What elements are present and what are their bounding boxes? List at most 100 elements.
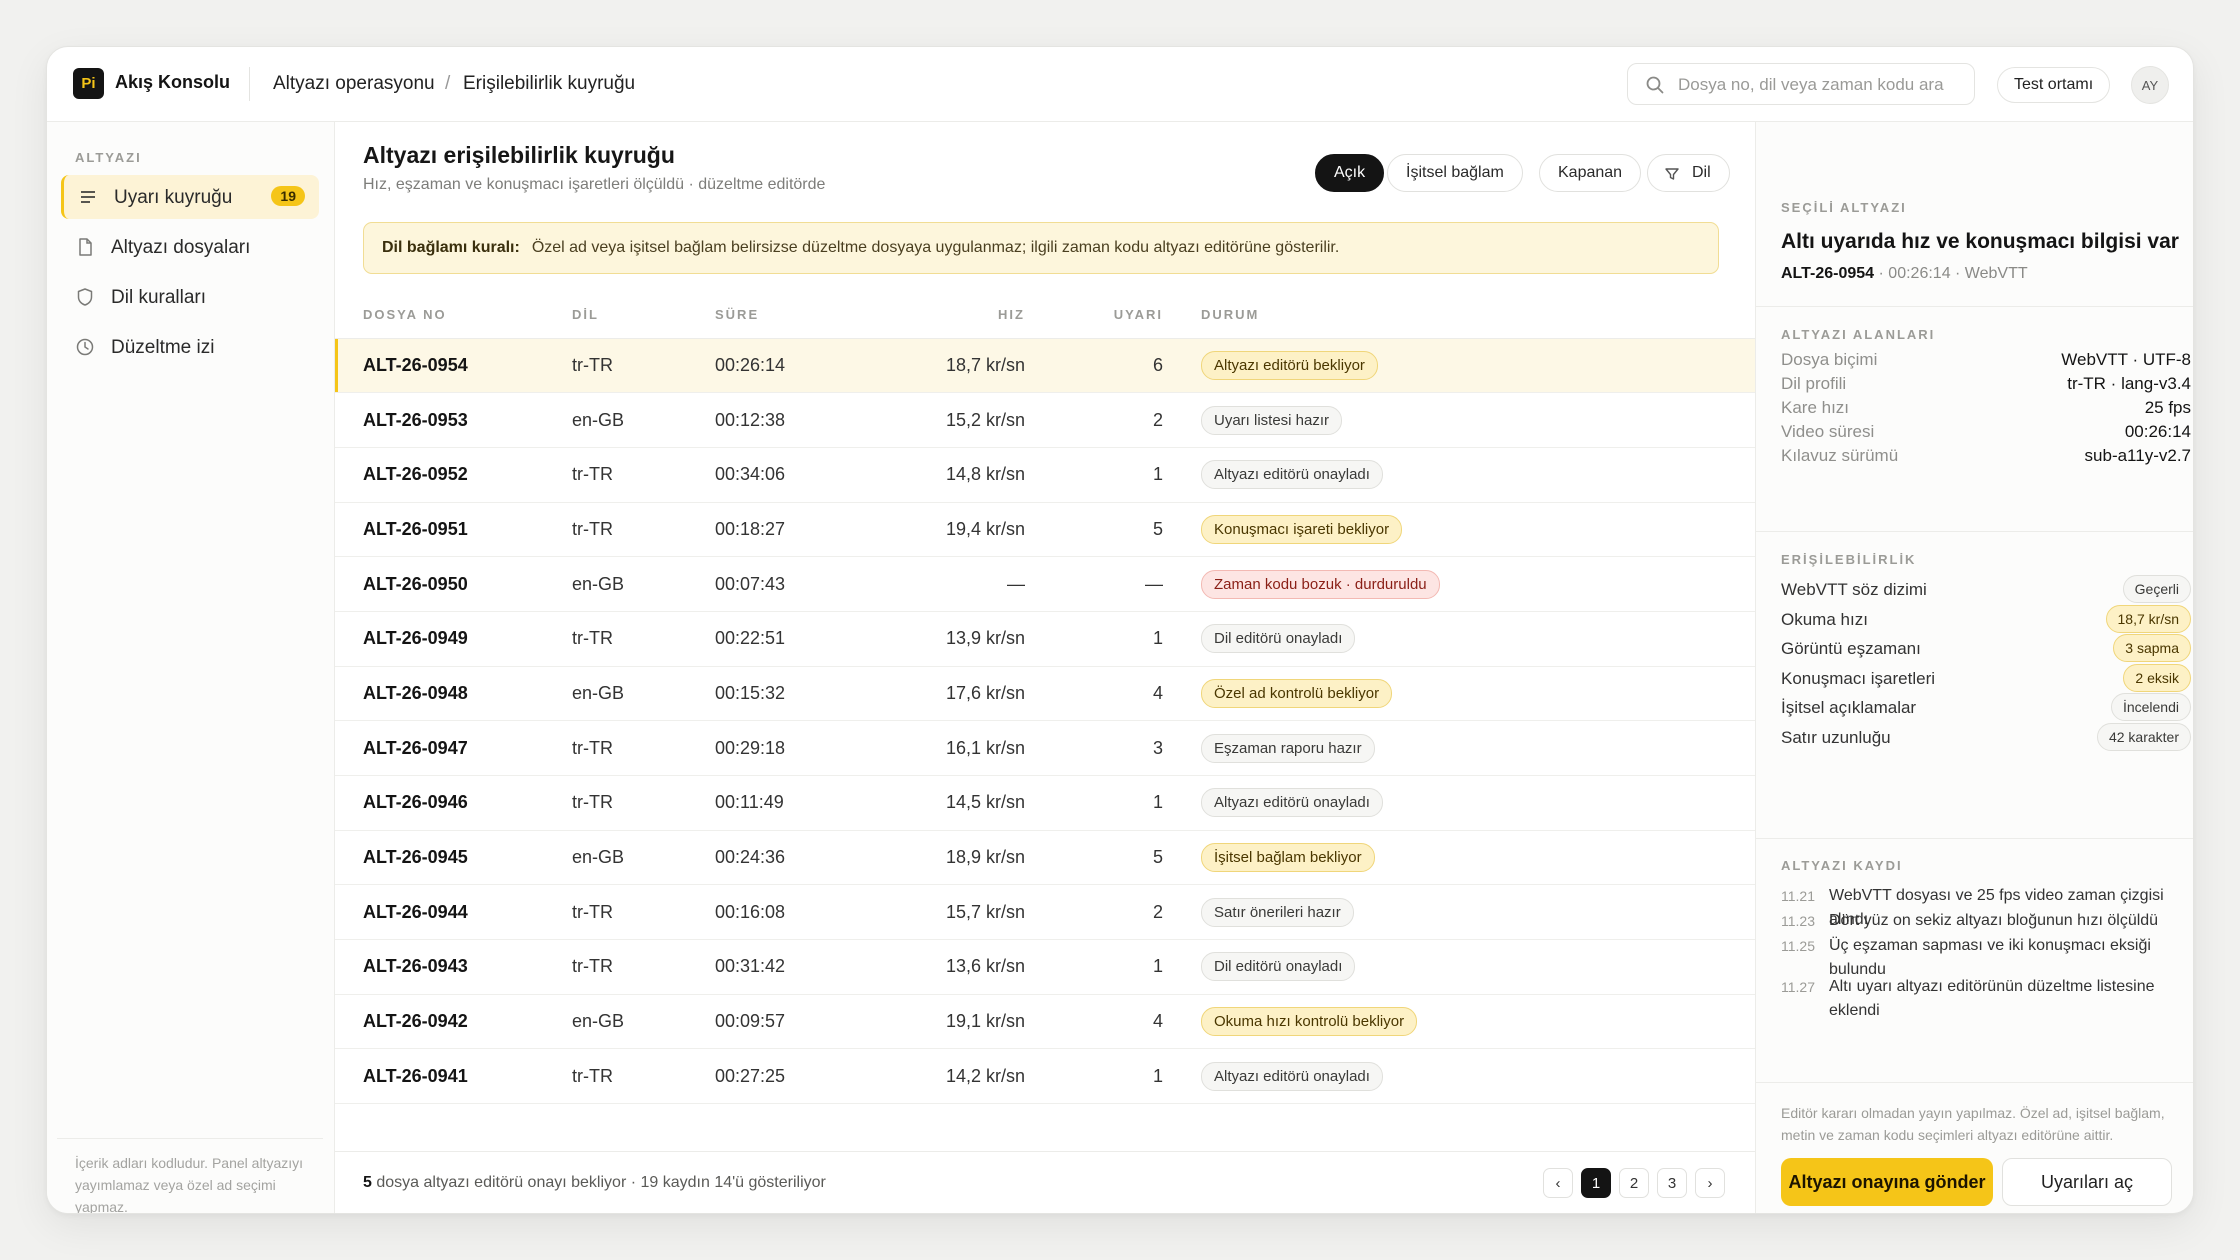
accessibility-key: Satır uzunluğu bbox=[1781, 728, 1891, 747]
cell-file-no: ALT-26-0945 bbox=[335, 830, 572, 886]
next-page-button[interactable]: › bbox=[1695, 1168, 1725, 1198]
sidebar-section-title: ALTYAZI bbox=[75, 150, 142, 165]
cell-duration: 00:09:57 bbox=[715, 994, 865, 1050]
cell-status: Eşzaman raporu hazır bbox=[1163, 720, 1755, 776]
cell-warnings: 1 bbox=[1025, 611, 1163, 667]
page-button-1[interactable]: 1 bbox=[1581, 1168, 1611, 1198]
sidebar-item-language-rules[interactable]: Dil kuralları bbox=[61, 275, 319, 319]
cell-warnings: 5 bbox=[1025, 502, 1163, 558]
table-row[interactable]: ALT-26-0947 tr-TR 00:29:18 16,1 kr/sn 3 Eşzam… bbox=[335, 720, 1755, 776]
table-row[interactable]: ALT-26-0944 tr-TR 00:16:08 15,7 kr/sn 2 Satır… bbox=[335, 884, 1755, 941]
accessibility-row: WebVTT söz dizimi Geçerli bbox=[1781, 575, 2191, 605]
table-footer: 5 dosya altyazı editörü onayı bekliyor ·… bbox=[335, 1151, 1755, 1213]
sidebar: ALTYAZI Uyarı kuyruğu 19 Altyazı dosyala… bbox=[47, 122, 335, 1213]
accessibility-badge: Geçerli bbox=[2122, 575, 2191, 603]
cell-status: Altyazı editörü onayladı bbox=[1163, 1048, 1755, 1105]
cell-speed: 18,7 kr/sn bbox=[865, 338, 1025, 394]
breadcrumb-item-operations[interactable]: Altyazı operasyonu bbox=[273, 73, 435, 95]
sidebar-item-label: Altyazı dosyaları bbox=[111, 237, 251, 258]
status-badge: Altyazı editörü bekliyor bbox=[1201, 350, 1378, 380]
prev-page-button[interactable]: ‹ bbox=[1543, 1168, 1573, 1198]
cell-language: tr-TR bbox=[572, 447, 715, 503]
table-row[interactable]: ALT-26-0948 en-GB 00:15:32 17,6 kr/sn 4 Özel … bbox=[335, 666, 1755, 722]
cell-status: Özel ad kontrolü bekliyor bbox=[1163, 666, 1755, 722]
table-row[interactable]: ALT-26-0945 en-GB 00:24:36 18,9 kr/sn 5 İşits… bbox=[335, 830, 1755, 886]
cell-language: tr-TR bbox=[572, 1048, 715, 1105]
status-badge: Uyarı listesi hazır bbox=[1201, 405, 1343, 435]
selected-meta-text: · 00:26:14 · WebVTT bbox=[1878, 265, 2028, 282]
cell-speed: 16,1 kr/sn bbox=[865, 720, 1025, 776]
queue-table: DOSYA NO DİL SÜRE HIZ UYARI DURUM ALT-26… bbox=[335, 292, 1755, 1105]
table-row[interactable]: ALT-26-0954 tr-TR 00:26:14 18,7 kr/sn 6 Altya… bbox=[335, 338, 1755, 394]
divider bbox=[1756, 306, 2193, 307]
cell-language: en-GB bbox=[572, 556, 715, 612]
clock-icon bbox=[76, 338, 94, 356]
search-box[interactable] bbox=[1627, 63, 1975, 105]
log-message: Altı uyarı altyazı editörünün düzeltme l… bbox=[1829, 978, 2155, 1019]
cell-status: Konuşmacı işareti bekliyor bbox=[1163, 502, 1755, 558]
table-row[interactable]: ALT-26-0949 tr-TR 00:22:51 13,9 kr/sn 1 Dil e… bbox=[335, 611, 1755, 667]
cell-warnings: 5 bbox=[1025, 830, 1163, 886]
sidebar-item-warning-queue[interactable]: Uyarı kuyruğu 19 bbox=[61, 175, 319, 219]
filter-language[interactable]: Dil bbox=[1647, 154, 1730, 192]
column-header-file-no[interactable]: DOSYA NO bbox=[335, 292, 572, 339]
environment-button[interactable]: Test ortamı bbox=[1997, 67, 2111, 103]
table-row[interactable]: ALT-26-0941 tr-TR 00:27:25 14,2 kr/sn 1 Altya… bbox=[335, 1048, 1755, 1105]
accessibility-key: Okuma hızı bbox=[1781, 609, 1868, 629]
table-row[interactable]: ALT-26-0946 tr-TR 00:11:49 14,5 kr/sn 1 Altya… bbox=[335, 775, 1755, 831]
status-badge: Altyazı editörü onayladı bbox=[1201, 788, 1383, 818]
table-row[interactable]: ALT-26-0942 en-GB 00:09:57 19,1 kr/sn 4 Okuma… bbox=[335, 994, 1755, 1050]
cell-language: tr-TR bbox=[572, 720, 715, 776]
field-value: WebVTT · UTF-8 bbox=[2061, 350, 2191, 369]
avatar[interactable]: AY bbox=[2131, 66, 2169, 104]
accessibility-badge: 18,7 kr/sn bbox=[2105, 604, 2191, 633]
column-header-speed[interactable]: HIZ bbox=[865, 292, 1025, 339]
table-row[interactable]: ALT-26-0943 tr-TR 00:31:42 13,6 kr/sn 1 Dil e… bbox=[335, 939, 1755, 995]
status-badge: Eşzaman raporu hazır bbox=[1201, 733, 1375, 763]
cell-duration: 00:31:42 bbox=[715, 939, 865, 995]
send-to-approval-button[interactable]: Altyazı onayına gönder bbox=[1781, 1158, 1993, 1206]
page-button-3[interactable]: 3 bbox=[1657, 1168, 1687, 1198]
field-key: Dosya biçimi bbox=[1781, 350, 1878, 369]
page-button-2[interactable]: 2 bbox=[1619, 1168, 1649, 1198]
cell-warnings: 2 bbox=[1025, 392, 1163, 448]
table-row[interactable]: ALT-26-0952 tr-TR 00:34:06 14,8 kr/sn 1 Altya… bbox=[335, 447, 1755, 503]
accessibility-badge: 42 karakter bbox=[2096, 723, 2191, 751]
cell-speed: 14,5 kr/sn bbox=[865, 775, 1025, 831]
filter-open[interactable]: Açık bbox=[1315, 154, 1385, 192]
status-badge: Altyazı editörü onayladı bbox=[1201, 460, 1383, 490]
page-title: Altyazı erişilebilirlik kuyruğu bbox=[363, 142, 675, 168]
cell-duration: 00:11:49 bbox=[715, 775, 865, 831]
breadcrumb-separator: / bbox=[445, 73, 451, 94]
cell-duration: 00:34:06 bbox=[715, 447, 865, 503]
open-warnings-button[interactable]: Uyarıları aç bbox=[2002, 1158, 2172, 1206]
log-time: 11.27 bbox=[1781, 979, 1815, 995]
accessibility-key: WebVTT söz dizimi bbox=[1781, 580, 1927, 599]
cell-status: Uyarı listesi hazır bbox=[1163, 392, 1755, 448]
field-row: Kare hızı 25 fps bbox=[1781, 398, 2191, 422]
cell-file-no: ALT-26-0948 bbox=[335, 666, 572, 722]
cell-language: tr-TR bbox=[572, 502, 715, 558]
filter-closed[interactable]: Kapanan bbox=[1539, 154, 1642, 192]
table-row[interactable]: ALT-26-0953 en-GB 00:12:38 15,2 kr/sn 2 Uyarı… bbox=[335, 392, 1755, 448]
divider bbox=[1756, 531, 2193, 532]
app-window: Pi Akış Konsolu Altyazı operasyonu / Eri… bbox=[46, 46, 2194, 1214]
column-header-duration[interactable]: SÜRE bbox=[715, 292, 865, 339]
field-value: sub-a11y-v2.7 bbox=[2084, 446, 2191, 465]
sidebar-item-subtitle-files[interactable]: Altyazı dosyaları bbox=[61, 225, 319, 269]
search-input[interactable] bbox=[1678, 72, 1958, 98]
column-header-language[interactable]: DİL bbox=[572, 292, 715, 339]
table-row[interactable]: ALT-26-0950 en-GB 00:07:43— — Zaman kodu boz… bbox=[335, 556, 1755, 612]
table-row[interactable]: ALT-26-0951 tr-TR 00:18:27 19,4 kr/sn 5 Konuş… bbox=[335, 502, 1755, 558]
cell-duration: 00:15:32 bbox=[715, 666, 865, 722]
count-badge: 19 bbox=[271, 186, 305, 206]
cell-language: en-GB bbox=[572, 830, 715, 886]
sidebar-item-edit-trail[interactable]: Düzeltme izi bbox=[61, 325, 319, 369]
column-header-warnings[interactable]: UYARI bbox=[1025, 292, 1163, 339]
filter-audio-context[interactable]: İşitsel bağlam bbox=[1387, 154, 1523, 192]
cell-speed: 17,6 kr/sn bbox=[865, 666, 1025, 722]
app-logo[interactable]: Pi bbox=[73, 68, 104, 99]
accessibility-row: Konuşmacı işaretleri 2 eksik bbox=[1781, 663, 2191, 694]
column-header-status[interactable]: DURUM bbox=[1163, 292, 1755, 339]
cell-status: Zaman kodu bozuk · durduruldu bbox=[1163, 556, 1755, 612]
